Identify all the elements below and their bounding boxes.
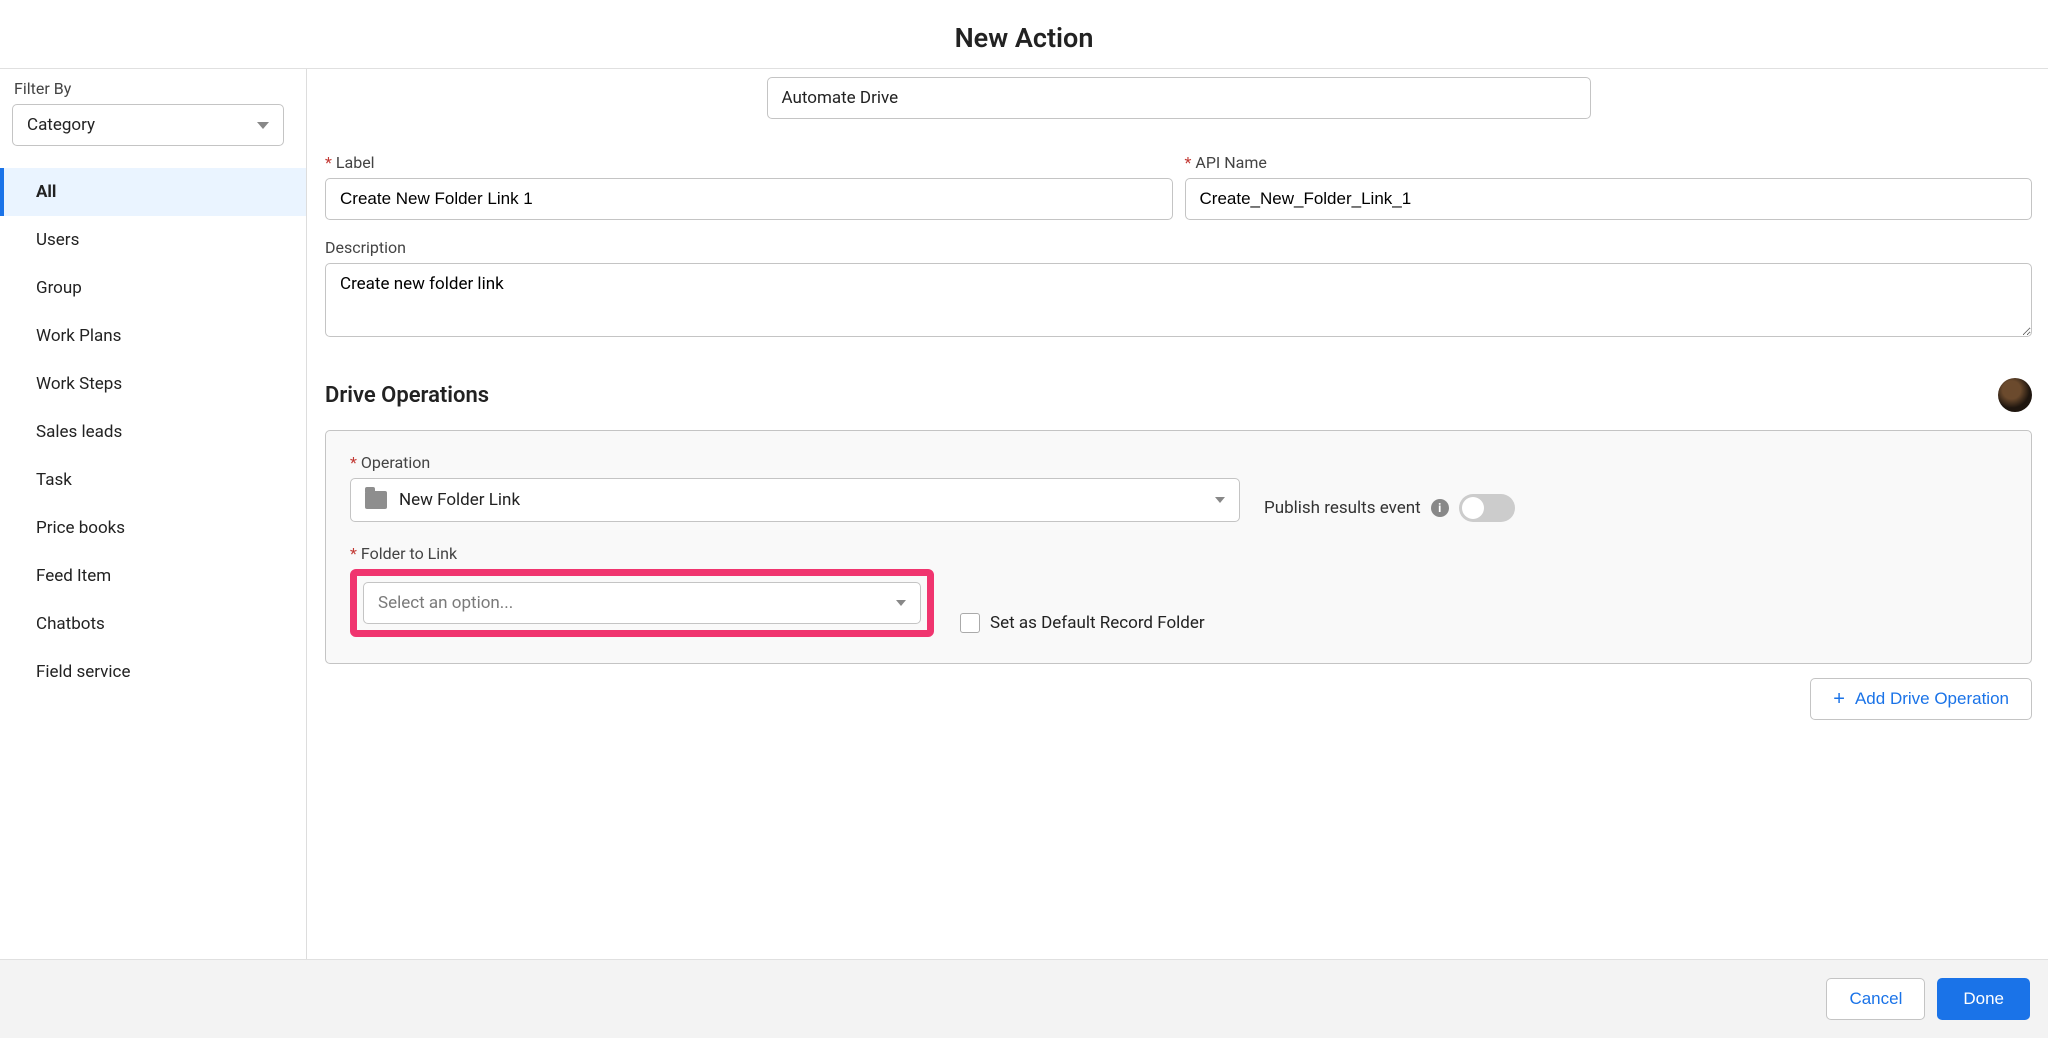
default-record-folder-checkbox[interactable]	[960, 613, 980, 633]
filter-by-label: Filter By	[14, 79, 306, 98]
plus-icon: +	[1833, 689, 1845, 709]
category-item-all[interactable]: All	[0, 168, 306, 216]
description-input[interactable]	[325, 263, 2032, 337]
default-record-folder-label: Set as Default Record Folder	[990, 613, 1205, 633]
label-field-label: Label	[325, 153, 1173, 172]
sidebar: Filter By Category All Users Group Work …	[0, 69, 307, 959]
folder-icon	[365, 491, 387, 509]
chevron-down-icon	[1215, 497, 1225, 503]
chevron-down-icon	[896, 600, 906, 606]
cancel-button[interactable]: Cancel	[1826, 978, 1925, 1020]
publish-results-label: Publish results event	[1264, 498, 1421, 518]
info-icon[interactable]: i	[1431, 499, 1449, 517]
operation-select[interactable]: New Folder Link	[350, 478, 1240, 522]
category-item-sales-leads[interactable]: Sales leads	[0, 408, 306, 456]
operation-label: Operation	[350, 453, 1240, 472]
category-item-task[interactable]: Task	[0, 456, 306, 504]
add-drive-operation-label: Add Drive Operation	[1855, 689, 2009, 709]
add-drive-operation-button[interactable]: + Add Drive Operation	[1810, 678, 2032, 720]
api-name-label: API Name	[1185, 153, 2033, 172]
category-item-chatbots[interactable]: Chatbots	[0, 600, 306, 648]
category-item-work-plans[interactable]: Work Plans	[0, 312, 306, 360]
filter-category-value: Category	[27, 115, 95, 135]
action-name-value: Automate Drive	[782, 88, 899, 108]
category-item-users[interactable]: Users	[0, 216, 306, 264]
description-label: Description	[325, 238, 2032, 257]
category-item-work-steps[interactable]: Work Steps	[0, 360, 306, 408]
avatar[interactable]	[1998, 378, 2032, 412]
api-name-input[interactable]	[1185, 178, 2033, 220]
category-item-feed-item[interactable]: Feed Item	[0, 552, 306, 600]
filter-category-select[interactable]: Category	[12, 104, 284, 146]
folder-to-link-label: Folder to Link	[350, 544, 934, 563]
category-item-price-books[interactable]: Price books	[0, 504, 306, 552]
folder-select-placeholder: Select an option...	[378, 593, 513, 613]
folder-select-highlight: Select an option...	[350, 569, 934, 637]
label-input[interactable]	[325, 178, 1173, 220]
chevron-down-icon	[257, 122, 269, 129]
operation-value: New Folder Link	[399, 490, 520, 510]
page-title: New Action	[0, 0, 2048, 68]
publish-results-toggle[interactable]	[1459, 494, 1515, 522]
action-name-input[interactable]: Automate Drive	[767, 77, 1591, 119]
drive-operation-card: Operation New Folder Link Publish result…	[325, 430, 2032, 664]
folder-to-link-select[interactable]: Select an option...	[363, 582, 921, 624]
drive-operations-heading: Drive Operations	[325, 383, 489, 408]
dialog-footer: Cancel Done	[0, 959, 2048, 1038]
done-button[interactable]: Done	[1937, 978, 2030, 1020]
category-item-field-service[interactable]: Field service	[0, 648, 306, 696]
content-area: Automate Drive Label API Name Descriptio…	[307, 69, 2048, 959]
category-list: All Users Group Work Plans Work Steps Sa…	[0, 168, 306, 696]
category-item-group[interactable]: Group	[0, 264, 306, 312]
